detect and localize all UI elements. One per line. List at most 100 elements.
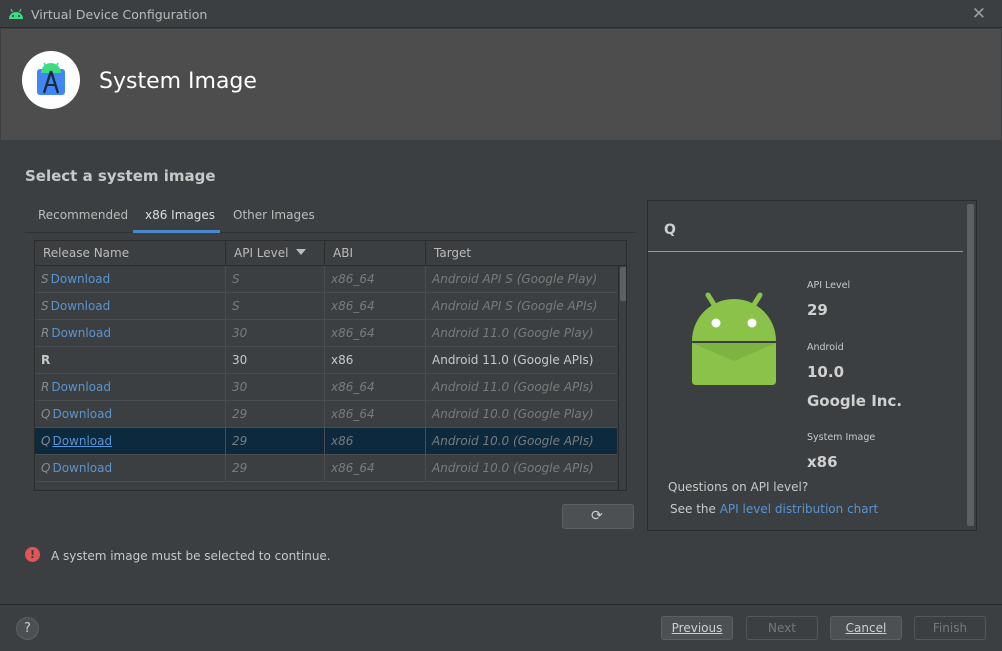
column-label: ABI xyxy=(333,246,353,260)
column-label: API Level xyxy=(234,246,289,260)
release-prefix: R xyxy=(41,326,50,340)
api-level-cell: 30 xyxy=(226,320,325,347)
release-prefix: S xyxy=(41,299,49,313)
api-level-distribution-link[interactable]: API level distribution chart xyxy=(720,502,879,516)
target-cell: Android 11.0 (Google APIs) xyxy=(432,380,594,394)
cancel-label: Cancel xyxy=(845,621,887,635)
table-row[interactable]: S Download Sx86_64 Android API S (Google AP… xyxy=(35,293,617,320)
download-link[interactable]: Download xyxy=(51,272,111,286)
next-button[interactable]: Next xyxy=(746,616,818,640)
table-row[interactable]: Q Download 29 x86 Android 10.0 (Google APIs) xyxy=(35,428,617,455)
tab-x86-images[interactable]: x86 Images xyxy=(145,208,215,222)
active-tab-indicator xyxy=(133,230,220,233)
vendor-value: Google Inc. xyxy=(807,392,903,410)
target-cell: Android 11.0 (Google APIs) xyxy=(432,353,594,367)
api-level-cell: 29 xyxy=(226,455,325,482)
download-link[interactable]: Download xyxy=(51,380,111,394)
release-prefix: Q xyxy=(41,434,51,448)
column-header-target[interactable]: Target xyxy=(426,241,626,266)
header-banner: System Image xyxy=(1,29,1001,140)
release-name-cell: Q Download xyxy=(35,455,226,482)
see-prefix: See the xyxy=(670,502,720,516)
target-cell: Android API S (Google APIs) xyxy=(432,299,598,313)
release-name-cell: R Download xyxy=(35,374,226,401)
download-link[interactable]: Download xyxy=(52,434,112,448)
close-icon[interactable]: ✕ xyxy=(972,4,986,24)
api-level-cell: 30 xyxy=(226,374,325,401)
android-robot-icon xyxy=(692,292,776,385)
finish-button[interactable]: Finish xyxy=(914,616,986,640)
abi-cell: x86_64 xyxy=(325,455,426,482)
page-title: System Image xyxy=(99,69,257,94)
release-name-cell: R xyxy=(35,347,226,374)
previous-label: Previous xyxy=(671,621,723,635)
system-image-label: System Image xyxy=(807,432,876,443)
image-tabs: Recommended x86 Images Other Images xyxy=(25,202,636,233)
release-prefix: R xyxy=(41,353,51,367)
table-row[interactable]: R Download 30 x86_64 Android 11.0 (Google Pl… xyxy=(35,320,617,347)
api-level-cell: S xyxy=(226,266,325,293)
error-icon: ! xyxy=(25,547,40,562)
next-label: Next xyxy=(768,621,796,635)
abi-cell: x86_64 xyxy=(325,374,426,401)
api-level-cell: 30 xyxy=(226,347,325,374)
tab-other-images[interactable]: Other Images xyxy=(233,208,315,222)
previous-button[interactable]: Previous xyxy=(661,616,733,640)
abi-cell: x86_64 xyxy=(325,320,426,347)
release-prefix: R xyxy=(41,380,50,394)
target-cell: Android 10.0 (Google APIs) xyxy=(432,461,594,475)
column-label: Release Name xyxy=(43,246,130,260)
api-level-label: API Level xyxy=(807,280,851,291)
api-level-cell: S xyxy=(226,293,325,320)
table-row[interactable]: R 30 x86 Android 11.0 (Google APIs) xyxy=(35,347,617,374)
target-cell: Android 10.0 (Google APIs) xyxy=(432,434,594,448)
cancel-button[interactable]: Cancel xyxy=(830,616,902,640)
release-name-cell: R Download xyxy=(35,320,226,347)
table-header: Release Name API Level ABI Target xyxy=(35,241,626,266)
abi-cell: x86_64 xyxy=(325,266,426,293)
column-header-api-level[interactable]: API Level xyxy=(226,241,325,266)
release-name-cell: Q Download xyxy=(35,428,226,455)
api-chart-hint: See the API level distribution chart xyxy=(670,502,878,516)
system-image-value: x86 xyxy=(807,453,838,471)
download-link[interactable]: Download xyxy=(52,461,112,475)
api-question: Questions on API level? xyxy=(668,480,809,494)
system-image-table: Release Name API Level ABI Target S Downl… xyxy=(34,240,627,491)
android-studio-icon xyxy=(37,62,65,95)
error-message: A system image must be selected to conti… xyxy=(51,549,331,563)
table-row[interactable]: R Download 30 x86_64 Android 11.0 (Google AP… xyxy=(35,374,617,401)
column-header-release-name[interactable]: Release Name xyxy=(35,241,226,266)
table-scrollbar[interactable] xyxy=(618,266,626,490)
table-row[interactable]: Q Download 29 x86_64 Android 10.0 (Google Pl… xyxy=(35,401,617,428)
sort-descending-icon xyxy=(296,248,307,255)
android-label: Android xyxy=(807,342,844,353)
abi-cell: x86 xyxy=(325,347,426,374)
finish-label: Finish xyxy=(932,621,968,635)
detail-scrollbar[interactable] xyxy=(967,204,974,526)
target-cell: Android 10.0 (Google Play) xyxy=(432,407,594,421)
android-version-value: 10.0 xyxy=(807,363,845,381)
table-row[interactable]: S Download Sx86_64 Android API S (Google Pl… xyxy=(35,266,617,293)
refresh-button[interactable]: ⟳ xyxy=(562,504,634,529)
refresh-icon: ⟳ xyxy=(591,508,603,524)
table-row[interactable]: Q Download 29 x86_64 Android 10.0 (Google AP… xyxy=(35,455,617,482)
window-title: Virtual Device Configuration xyxy=(31,7,208,22)
target-cell: Android API S (Google Play) xyxy=(432,272,598,286)
tab-recommended[interactable]: Recommended xyxy=(38,208,128,222)
download-link[interactable]: Download xyxy=(52,407,112,421)
help-button[interactable]: ? xyxy=(16,617,39,640)
release-name-cell: Q Download xyxy=(35,401,226,428)
column-label: Target xyxy=(434,246,472,260)
api-level-value: 29 xyxy=(807,301,828,319)
abi-cell: x86_64 xyxy=(325,293,426,320)
release-prefix: Q xyxy=(41,461,51,475)
download-link[interactable]: Download xyxy=(51,299,111,313)
scrollbar-thumb[interactable] xyxy=(620,267,626,301)
api-level-cell: 29 xyxy=(226,428,325,455)
dialog-footer: ? Previous Next Cancel Finish xyxy=(0,604,1002,651)
column-header-abi[interactable]: ABI xyxy=(325,241,426,266)
download-link[interactable]: Download xyxy=(51,326,111,340)
target-cell: Android 11.0 (Google Play) xyxy=(432,326,594,340)
detail-heading: Q xyxy=(664,222,676,238)
android-app-icon xyxy=(9,8,23,19)
